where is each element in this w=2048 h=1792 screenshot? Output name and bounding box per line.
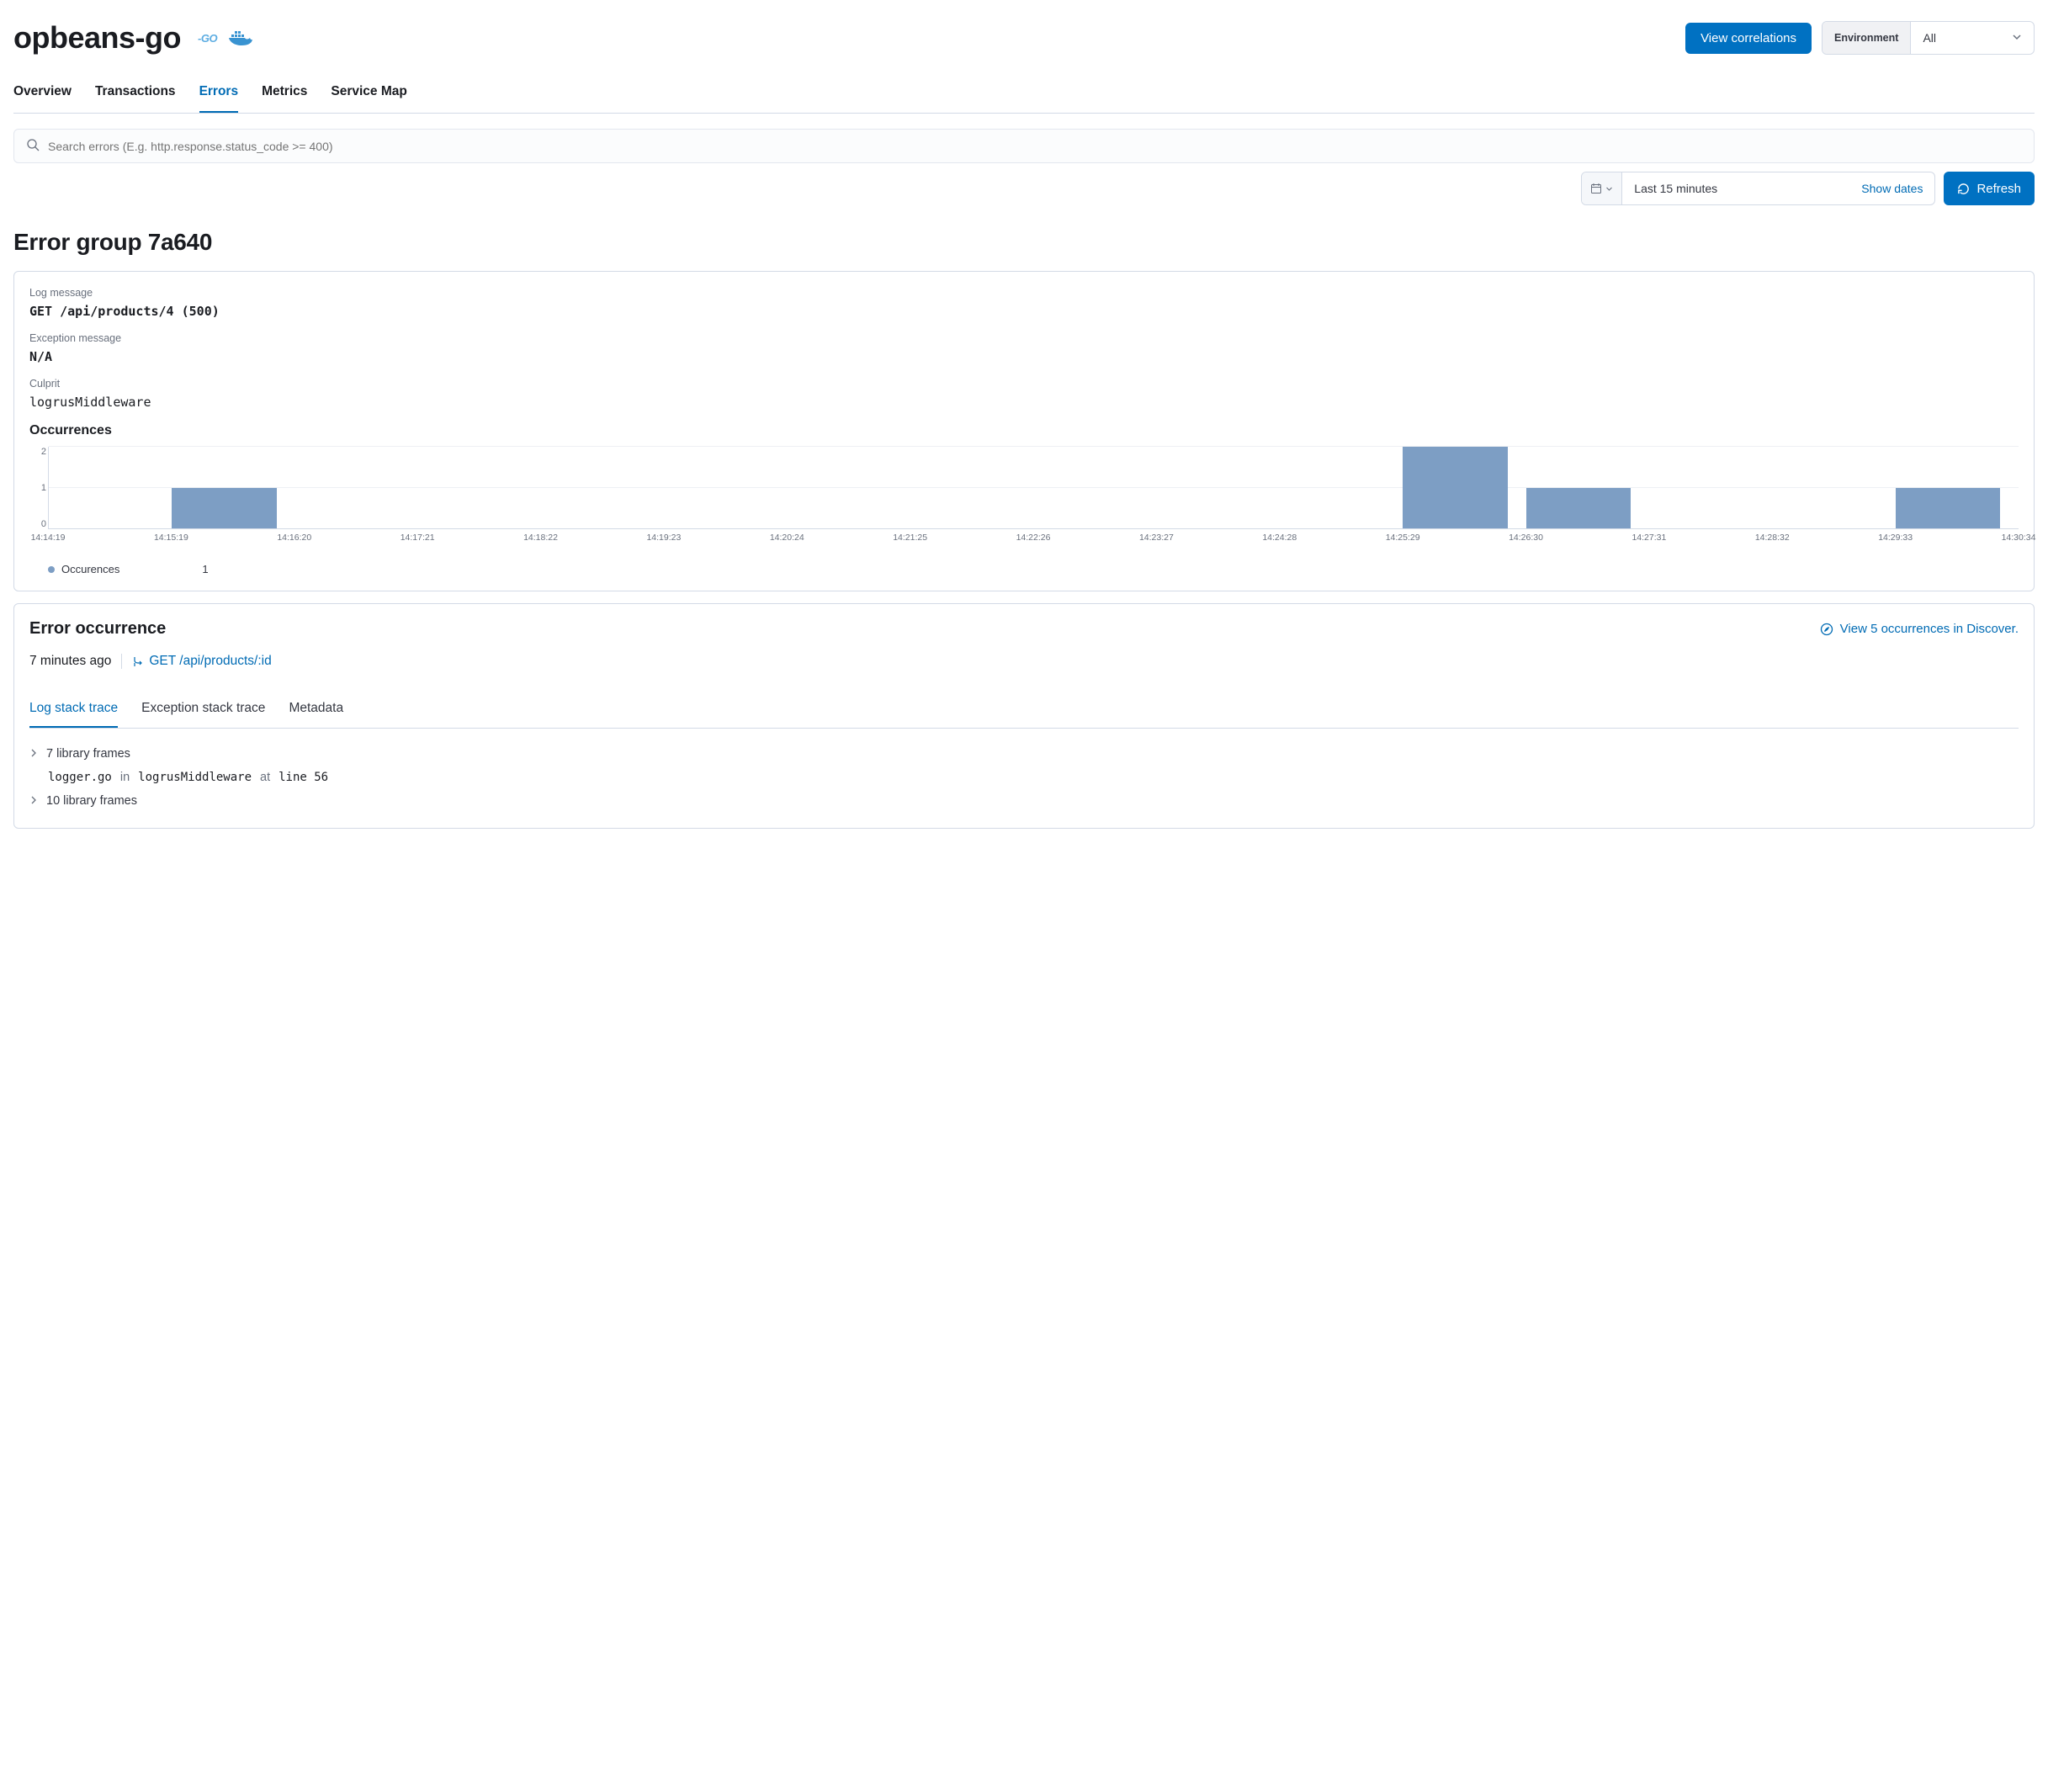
- refresh-icon: [1957, 183, 1970, 195]
- header-right: View correlations Environment All: [1685, 21, 2035, 55]
- merge-icon: [132, 655, 144, 667]
- tab-service-map[interactable]: Service Map: [331, 76, 406, 113]
- log-message-value: GET /api/products/4 (500): [29, 304, 2019, 319]
- x-tick: 14:17:21: [401, 533, 435, 543]
- x-tick: 14:14:19: [31, 533, 66, 543]
- frame-func: logrusMiddleware: [138, 771, 252, 784]
- occurrences-chart: 210 14:14:19 14:15:19 14:16:20 14:17:21 14:1…: [29, 447, 2019, 575]
- chevron-down-icon: [2012, 31, 2022, 45]
- stack-frames: 7 library frames logger.go in logrusMidd…: [29, 742, 2019, 813]
- frame-in-word: in: [120, 771, 130, 784]
- occurrences-title: Occurrences: [29, 423, 2019, 438]
- exception-message-label: Exception message: [29, 332, 2019, 344]
- chart-x-axis: 14:14:1914:15:1914:16:2014:17:2114:18:22…: [48, 533, 2019, 548]
- chevron-right-icon: [29, 747, 38, 761]
- x-tick: 14:30:34: [2002, 533, 2036, 543]
- tab-transactions[interactable]: Transactions: [95, 76, 176, 113]
- refresh-label: Refresh: [1976, 182, 2021, 196]
- show-dates-link[interactable]: Show dates: [1849, 172, 1934, 204]
- date-picker[interactable]: Last 15 minutes Show dates: [1581, 172, 1935, 205]
- compass-icon: [1820, 623, 1833, 636]
- collapsed-frames-text: 10 library frames: [46, 794, 137, 808]
- error-summary-panel: Log message GET /api/products/4 (500) Ex…: [13, 271, 2035, 591]
- occurrence-title: Error occurrence: [29, 619, 166, 639]
- date-range-label[interactable]: Last 15 minutes: [1622, 172, 1849, 204]
- occurrence-timestamp: 7 minutes ago: [29, 654, 111, 669]
- frame-at-word: at: [260, 771, 270, 784]
- tab-errors[interactable]: Errors: [199, 76, 239, 113]
- occurrence-subtabs: Log stack trace Exception stack trace Meta…: [29, 692, 2019, 729]
- legend-value: 1: [202, 563, 208, 575]
- collapsed-frames-text: 7 library frames: [46, 747, 130, 761]
- subtab-exception-stack-trace[interactable]: Exception stack trace: [141, 692, 265, 728]
- log-message-label: Log message: [29, 287, 2019, 299]
- title-icons: -GO: [198, 29, 252, 48]
- x-tick: 14:18:22: [523, 533, 558, 543]
- chart-bar: [172, 488, 276, 529]
- transaction-name: GET /api/products/:id: [149, 654, 271, 669]
- x-tick: 14:24:28: [1262, 533, 1297, 543]
- x-tick: 14:20:24: [770, 533, 804, 543]
- x-tick: 14:23:27: [1139, 533, 1174, 543]
- collapsed-frames-row[interactable]: 7 library frames: [29, 742, 2019, 766]
- search-icon: [26, 138, 40, 154]
- chevron-right-icon: [29, 794, 38, 808]
- x-tick: 14:16:20: [277, 533, 311, 543]
- x-tick: 14:19:23: [646, 533, 681, 543]
- tab-overview[interactable]: Overview: [13, 76, 72, 113]
- environment-select[interactable]: Environment All: [1822, 21, 2035, 55]
- chart-plot-area: [48, 447, 2019, 529]
- chart-bar: [1526, 488, 1631, 529]
- legend-label: Occurences: [61, 563, 119, 575]
- search-bar[interactable]: [13, 129, 2035, 163]
- go-language-icon: -GO: [198, 32, 217, 45]
- occurrence-header: Error occurrence View 5 occurrences in D…: [29, 619, 2019, 639]
- frame-file: logger.go: [48, 771, 112, 784]
- error-occurrence-panel: Error occurrence View 5 occurrences in D…: [13, 603, 2035, 829]
- x-tick: 14:22:26: [1016, 533, 1051, 543]
- subtab-metadata[interactable]: Metadata: [289, 692, 343, 728]
- header-left: opbeans-go -GO: [13, 20, 252, 56]
- collapsed-frames-row[interactable]: 10 library frames: [29, 789, 2019, 813]
- environment-value-text: All: [1923, 31, 1936, 45]
- discover-link-text: View 5 occurrences in Discover.: [1840, 622, 2019, 636]
- x-tick: 14:26:30: [1509, 533, 1543, 543]
- chart-y-axis: 210: [29, 447, 46, 529]
- subtab-log-stack-trace[interactable]: Log stack trace: [29, 692, 118, 728]
- docker-icon: [229, 29, 252, 48]
- culprit-value: logrusMiddleware: [29, 395, 2019, 410]
- view-correlations-button[interactable]: View correlations: [1685, 23, 1812, 54]
- x-tick: 14:28:32: [1755, 533, 1790, 543]
- chart-bar: [1403, 447, 1507, 528]
- transaction-link[interactable]: GET /api/products/:id: [132, 654, 271, 669]
- chart-legend: Occurences 1: [48, 563, 2019, 575]
- x-tick: 14:29:33: [1878, 533, 1913, 543]
- divider: [121, 654, 122, 669]
- discover-link[interactable]: View 5 occurrences in Discover.: [1820, 622, 2019, 636]
- frame-line: line 56: [279, 771, 328, 784]
- culprit-label: Culprit: [29, 378, 2019, 390]
- frame-detail-row: logger.go in logrusMiddleware at line 56: [29, 766, 2019, 789]
- main-tabs: Overview Transactions Errors Metrics Service…: [13, 76, 2035, 114]
- environment-label: Environment: [1823, 22, 1911, 54]
- x-tick: 14:27:31: [1632, 533, 1666, 543]
- search-input[interactable]: [48, 140, 2022, 153]
- occurrence-meta: 7 minutes ago GET /api/products/:id: [29, 654, 2019, 669]
- error-group-heading: Error group 7a640: [13, 229, 2035, 256]
- tab-metrics[interactable]: Metrics: [262, 76, 307, 113]
- legend-dot-icon: [48, 566, 55, 573]
- page-title: opbeans-go: [13, 20, 181, 56]
- date-icon-button[interactable]: [1582, 172, 1622, 204]
- refresh-button[interactable]: Refresh: [1944, 172, 2035, 205]
- page-header: opbeans-go -GO View correlations Environ…: [13, 13, 2035, 76]
- x-tick: 14:15:19: [154, 533, 188, 543]
- x-tick: 14:21:25: [893, 533, 927, 543]
- exception-message-value: N/A: [29, 349, 2019, 364]
- x-tick: 14:25:29: [1386, 533, 1420, 543]
- toolbar-row: Last 15 minutes Show dates Refresh: [13, 172, 2035, 205]
- chart-bar: [1896, 488, 2000, 529]
- environment-value[interactable]: All: [1911, 22, 2034, 54]
